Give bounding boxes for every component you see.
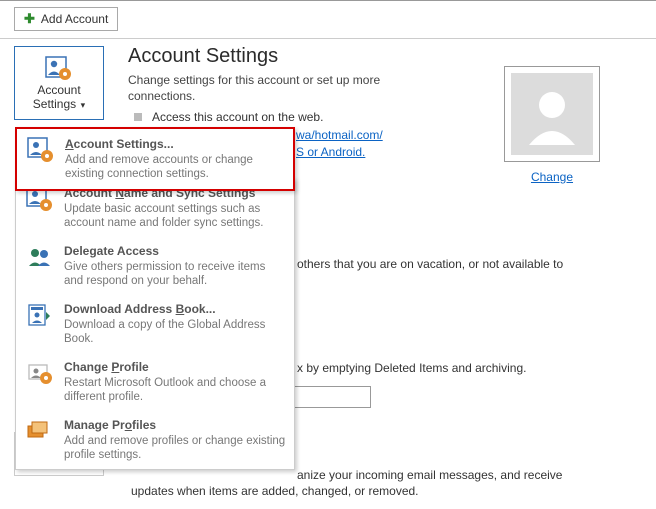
menu-account-settings-sub: Add and remove accounts or change existi…	[65, 153, 285, 181]
account-settings-icon	[44, 55, 74, 83]
address-book-icon	[26, 302, 54, 330]
account-settings-dropdown: Account Name and Sync Settings Update ba…	[15, 178, 295, 470]
t5a: Manage Pr	[64, 418, 125, 432]
link-owa[interactable]: wa/hotmail.com/	[296, 128, 383, 142]
avatar-placeholder	[511, 73, 593, 155]
change-avatar-link[interactable]: Change	[531, 170, 573, 184]
t4a: Change	[64, 360, 111, 374]
menu-delegate-access[interactable]: Delegate Access Give others permission t…	[16, 237, 294, 295]
menu-account-settings-title: ccount Settings...	[74, 137, 174, 151]
mailbox-settings-peek: x by emptying Deleted Items and archivin…	[297, 360, 627, 376]
top-divider	[0, 0, 656, 1]
menu-manage-profiles-sub: Add and remove profiles or change existi…	[64, 434, 286, 462]
t2a: Delegate	[64, 244, 117, 258]
menu-download-address-book[interactable]: Download Address Book... Download a copy…	[16, 295, 294, 353]
menu-change-profile[interactable]: Change Profile Restart Microsoft Outlook…	[16, 353, 294, 411]
avatar-box: Change	[502, 66, 602, 184]
t3a: Download Address	[64, 302, 176, 316]
menu-manage-profiles[interactable]: Manage Profiles Add and remove profiles …	[16, 411, 294, 469]
t5u: o	[125, 418, 132, 432]
bullet-icon	[134, 113, 142, 121]
automatic-replies-peek: others that you are on vacation, or not …	[297, 256, 627, 272]
rules-peek-1: anize your incoming email messages, and …	[297, 467, 637, 483]
menu-account-settings-accel: A	[65, 137, 74, 151]
menu-name-sync-sub: Update basic account settings such as ac…	[64, 202, 286, 230]
menu-change-profile-sub: Restart Microsoft Outlook and choose a d…	[64, 376, 286, 404]
t5b: files	[132, 418, 156, 432]
account-settings-menu-icon	[27, 137, 55, 165]
account-settings-button[interactable]: Account Settings ▾	[14, 46, 104, 120]
t3b: ook...	[184, 302, 215, 316]
link-mobile[interactable]: S or Android.	[296, 145, 365, 159]
menu-addrbook-sub: Download a copy of the Global Address Bo…	[64, 318, 286, 346]
bullet-text: Access this account on the web.	[152, 110, 323, 124]
t4b: rofile	[119, 360, 148, 374]
page-desc: Change settings for this account or set …	[128, 72, 438, 104]
manage-profiles-icon	[26, 418, 54, 446]
rules-peek-2: updates when items are added, changed, o…	[131, 483, 631, 499]
delegate-icon	[26, 244, 54, 272]
avatar-icon	[521, 83, 583, 145]
chevron-down-icon: ▾	[78, 100, 85, 110]
avatar-frame	[504, 66, 600, 162]
t2b: Access	[117, 244, 159, 258]
add-account-label: Add Account	[41, 12, 108, 26]
add-account-button[interactable]: ✚ Add Account	[14, 7, 118, 31]
menu-account-settings[interactable]: Account Settings... Add and remove accou…	[15, 127, 295, 191]
t3u: B	[176, 302, 185, 316]
account-settings-label2: Settings	[33, 97, 76, 111]
plus-icon: ✚	[24, 11, 35, 27]
profile-icon	[26, 360, 54, 388]
account-settings-label1: Account	[37, 83, 80, 97]
menu-delegate-sub: Give others permission to receive items …	[64, 260, 286, 288]
page-title: Account Settings	[128, 45, 648, 68]
